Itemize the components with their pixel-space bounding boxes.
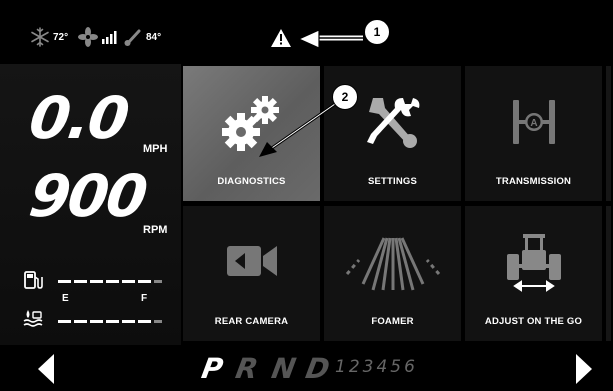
tile-partial — [606, 66, 613, 203]
def-fluid-icon — [23, 310, 43, 327]
rpm-value: 900 — [25, 162, 150, 230]
tile-foamer[interactable]: FOAMER — [324, 206, 463, 343]
fan-icon — [78, 27, 98, 47]
gear-numbers: 123456 — [335, 357, 418, 377]
camera-icon — [226, 246, 277, 276]
signal-bars-icon — [102, 31, 117, 44]
fan-status — [78, 27, 119, 47]
callout-1: 1 — [364, 19, 390, 45]
tile-adjust-on-the-go[interactable]: ADJUST ON THE GO — [465, 206, 604, 343]
callout-2-arrow — [259, 102, 336, 157]
display-screen: 72° 84° 0.0 MPH 900 RPM E F DIAGNOSTICS … — [0, 0, 613, 391]
tile-label: REAR CAMERA — [214, 316, 289, 327]
transmission-icon: A — [512, 100, 555, 144]
cab-temp-status: 72° — [30, 27, 68, 47]
warning-icon[interactable] — [270, 28, 292, 48]
tile-label: DIAGNOSTICS — [217, 176, 286, 187]
tile-label: FOAMER — [371, 316, 414, 327]
foamer-icon — [345, 237, 440, 291]
next-page-arrow-icon[interactable] — [574, 352, 594, 386]
fuel-pump-icon — [24, 271, 43, 289]
ambient-temp-status: 84° — [123, 27, 161, 47]
tile-label: ADJUST ON THE GO — [484, 316, 583, 327]
def-level-bar — [58, 320, 162, 323]
svg-text:A: A — [530, 118, 537, 129]
cab-temp-value: 72° — [53, 31, 69, 43]
tractor-icon — [506, 234, 561, 292]
gauge-panel: 0.0 MPH 900 RPM E F — [0, 64, 181, 345]
snowflake-icon — [31, 27, 49, 47]
tile-transmission[interactable]: A TRANSMISSION — [465, 66, 604, 203]
fuel-empty-label: E — [62, 293, 69, 304]
fuel-level-bar — [58, 280, 162, 283]
tile-partial — [606, 206, 613, 343]
tile-label: TRANSMISSION — [495, 176, 572, 187]
callout-1-arrow — [297, 29, 363, 49]
fuel-full-label: F — [141, 293, 148, 304]
speed-unit: MPH — [143, 143, 168, 155]
wrench-screwdriver-icon — [366, 98, 419, 148]
thermometer-icon — [124, 29, 141, 46]
tile-rear-camera[interactable]: REAR CAMERA — [183, 206, 322, 343]
callout-2: 2 — [332, 84, 358, 110]
ambient-temp-value: 84° — [146, 31, 162, 43]
tile-label: SETTINGS — [367, 176, 418, 187]
previous-page-arrow-icon[interactable] — [36, 352, 56, 386]
speed-value: 0.0 — [25, 84, 132, 152]
rpm-unit: RPM — [143, 224, 168, 236]
